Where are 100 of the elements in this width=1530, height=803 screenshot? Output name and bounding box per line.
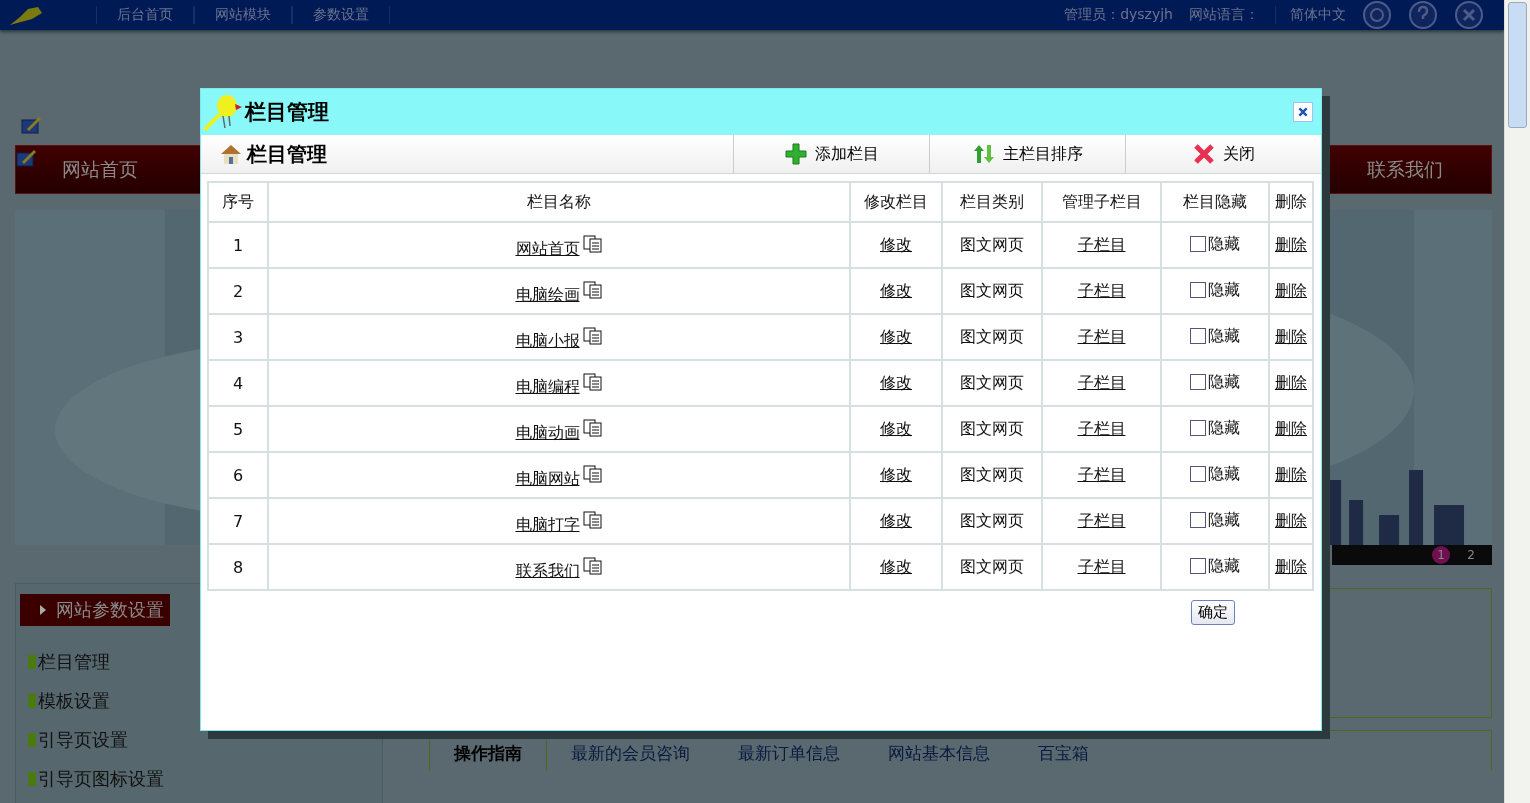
page-icon — [28, 654, 36, 669]
caret-icon — [40, 605, 46, 615]
nav-menu-item[interactable]: 后台首页 — [96, 6, 194, 24]
checkbox[interactable] — [1190, 236, 1206, 253]
edit-link[interactable]: 修改 — [880, 418, 912, 438]
copy-icon[interactable] — [582, 372, 603, 391]
subcolumn-link[interactable]: 子栏目 — [1077, 418, 1126, 438]
checkbox[interactable] — [1190, 512, 1206, 529]
checkbox-label[interactable]: 隐藏 — [1208, 371, 1240, 393]
bird-icon — [203, 92, 243, 132]
table-cell: 图文网页 — [942, 222, 1042, 268]
checkbox[interactable] — [1190, 374, 1206, 391]
nav-link[interactable]: 联系我们 — [1367, 156, 1443, 183]
subcolumn-link[interactable]: 子栏目 — [1077, 556, 1126, 576]
column-name-link[interactable]: 电脑绘画 — [515, 284, 580, 304]
column-header: 删除 — [1269, 182, 1313, 222]
checkbox[interactable] — [1190, 558, 1206, 575]
checkbox[interactable] — [1190, 328, 1206, 345]
subcolumn-link[interactable]: 子栏目 — [1077, 510, 1126, 530]
column-header: 修改栏目 — [850, 182, 942, 222]
checkbox-label[interactable]: 隐藏 — [1208, 417, 1240, 439]
row-number: 1 — [208, 222, 268, 268]
plus-icon — [784, 143, 807, 165]
row-number: 8 — [208, 544, 268, 590]
row-number: 5 — [208, 406, 268, 452]
edit-link[interactable]: 修改 — [880, 510, 912, 530]
sort-arrows-icon — [972, 143, 995, 165]
toolbar-title: 栏目管理 — [247, 140, 327, 168]
column-name-link[interactable]: 网站首页 — [515, 238, 580, 258]
close-icon[interactable] — [1454, 0, 1484, 30]
edit-link[interactable]: 修改 — [880, 464, 912, 484]
row-number: 4 — [208, 360, 268, 406]
copy-icon[interactable] — [582, 234, 603, 253]
edit-link[interactable]: 修改 — [880, 326, 912, 346]
checkbox[interactable] — [1190, 282, 1206, 299]
confirm-button[interactable]: 确定 — [1191, 600, 1235, 625]
close-icon — [1297, 106, 1309, 118]
edit-icon[interactable] — [16, 148, 38, 168]
nav-link[interactable]: 网站首页 — [62, 156, 138, 183]
row-number: 2 — [208, 268, 268, 314]
checkbox[interactable] — [1190, 466, 1206, 483]
copy-icon[interactable] — [582, 326, 603, 345]
panel-title: 网站参数设置 — [56, 598, 164, 622]
subcolumn-link[interactable]: 子栏目 — [1077, 464, 1126, 484]
column-header: 栏目类别 — [942, 182, 1042, 222]
checkbox-label[interactable]: 隐藏 — [1208, 325, 1240, 347]
copy-icon[interactable] — [582, 464, 603, 483]
nav-menu-item[interactable]: 参数设置 — [292, 6, 390, 24]
column-name-link[interactable]: 电脑网站 — [515, 468, 580, 488]
copy-icon[interactable] — [582, 556, 603, 575]
close-icon — [1192, 143, 1215, 165]
page-icon — [28, 771, 36, 786]
toolbar-button[interactable]: 主栏目排序 — [929, 135, 1125, 173]
copy-icon[interactable] — [582, 280, 603, 299]
table-cell: 图文网页 — [942, 268, 1042, 314]
refresh-icon[interactable] — [1362, 0, 1392, 30]
edit-link[interactable]: 修改 — [880, 280, 912, 300]
checkbox[interactable] — [1190, 420, 1206, 437]
copy-icon[interactable] — [582, 418, 603, 437]
row-number: 6 — [208, 452, 268, 498]
checkbox-label[interactable]: 隐藏 — [1208, 463, 1240, 485]
row-number: 3 — [208, 314, 268, 360]
column-name-link[interactable]: 联系我们 — [515, 560, 580, 580]
subcolumn-link[interactable]: 子栏目 — [1077, 280, 1126, 300]
nav-menu-item[interactable]: 网站模块 — [194, 6, 292, 24]
column-name-link[interactable]: 电脑打字 — [515, 514, 580, 534]
edit-icon[interactable] — [21, 115, 43, 135]
column-header: 序号 — [208, 182, 268, 222]
toolbar-button[interactable]: 关闭 — [1125, 135, 1321, 173]
toolbar-button[interactable]: 添加栏目 — [733, 135, 929, 173]
edit-link[interactable]: 修改 — [880, 372, 912, 392]
column-name-link[interactable]: 电脑动画 — [515, 422, 580, 442]
table-cell: 图文网页 — [942, 452, 1042, 498]
checkbox-label[interactable]: 隐藏 — [1208, 279, 1240, 301]
subcolumn-link[interactable]: 子栏目 — [1077, 326, 1126, 346]
language-label: 网站语言： — [1189, 6, 1259, 24]
column-name-link[interactable]: 电脑编程 — [515, 376, 580, 396]
subcolumn-link[interactable]: 子栏目 — [1077, 234, 1126, 254]
page-dot[interactable]: 2 — [1462, 546, 1480, 564]
language-menu[interactable]: 简体中文 — [1275, 6, 1346, 24]
checkbox-label[interactable]: 隐藏 — [1208, 509, 1240, 531]
column-name-link[interactable]: 电脑小报 — [515, 330, 580, 350]
scroll-thumb[interactable] — [1508, 2, 1527, 128]
page-icon — [28, 693, 36, 708]
copy-icon[interactable] — [582, 510, 603, 529]
column-header: 栏目名称 — [268, 182, 850, 222]
edit-link[interactable]: 修改 — [880, 556, 912, 576]
subcolumn-link[interactable]: 子栏目 — [1077, 372, 1126, 392]
scrollbar[interactable] — [1504, 0, 1530, 803]
admin-label: 管理员：dyszyjh — [1064, 6, 1173, 24]
column-header: 栏目隐藏 — [1161, 182, 1269, 222]
page-icon — [28, 732, 36, 747]
table-cell: 图文网页 — [942, 360, 1042, 406]
close-button[interactable] — [1293, 102, 1313, 122]
edit-link[interactable]: 修改 — [880, 234, 912, 254]
table-cell: 图文网页 — [942, 406, 1042, 452]
checkbox-label[interactable]: 隐藏 — [1208, 233, 1240, 255]
help-icon[interactable] — [1408, 0, 1438, 30]
checkbox-label[interactable]: 隐藏 — [1208, 555, 1240, 577]
table-cell: 图文网页 — [942, 544, 1042, 590]
